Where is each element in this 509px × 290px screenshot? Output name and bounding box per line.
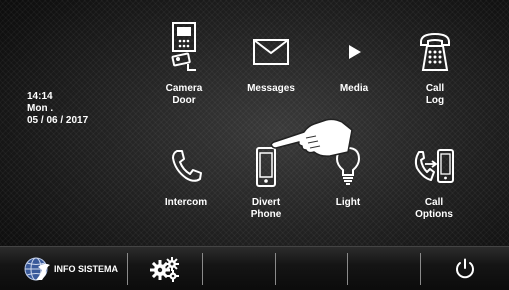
- home-screen: 14:14 Mon . 05 / 06 / 2017 Camera Door M…: [0, 0, 509, 290]
- camera-door-button[interactable]: Camera Door: [144, 22, 224, 110]
- info-sistema-button[interactable]: INFO SISTEMA: [0, 247, 126, 290]
- call-options-button[interactable]: Call Options: [394, 146, 474, 224]
- call-log-label: Call Log: [425, 83, 445, 106]
- envelope-icon: [231, 38, 311, 66]
- settings-button[interactable]: [128, 247, 202, 290]
- taskbar-slot-3[interactable]: [203, 247, 275, 290]
- light-label: Light: [335, 197, 361, 208]
- clock-panel: 14:14 Mon . 05 / 06 / 2017: [27, 91, 88, 127]
- intercom-button[interactable]: Intercom: [146, 146, 226, 224]
- clock-date: 05 / 06 / 2017: [27, 115, 89, 126]
- taskbar-slot-4[interactable]: [276, 247, 347, 290]
- call-forward-icon: [394, 148, 474, 186]
- handset-icon: [146, 148, 226, 184]
- info-sistema-label: INFO SISTEMA: [54, 264, 119, 274]
- telephone-icon: [395, 32, 475, 72]
- clock-time: 14:14: [27, 91, 53, 102]
- divert-phone-label: Divert Phone: [250, 197, 282, 220]
- media-label: Media: [339, 83, 369, 94]
- clock-day: Mon .: [27, 103, 54, 114]
- messages-button[interactable]: Messages: [231, 22, 311, 110]
- call-log-button[interactable]: Call Log: [395, 22, 475, 110]
- power-icon: [454, 258, 476, 285]
- globe-icon: [22, 254, 52, 289]
- taskbar: INFO SISTEMA: [0, 246, 509, 290]
- power-button[interactable]: [421, 247, 509, 290]
- media-button[interactable]: Media: [314, 22, 394, 110]
- pointing-hand-icon: [268, 112, 358, 165]
- camera-door-label: Camera Door: [165, 83, 203, 106]
- taskbar-slot-5[interactable]: [348, 247, 420, 290]
- camera-door-icon: [144, 22, 224, 74]
- messages-label: Messages: [247, 83, 295, 94]
- gears-icon: [150, 256, 180, 287]
- play-icon: [314, 42, 394, 62]
- intercom-label: Intercom: [164, 197, 208, 208]
- call-options-label: Call Options: [415, 197, 453, 220]
